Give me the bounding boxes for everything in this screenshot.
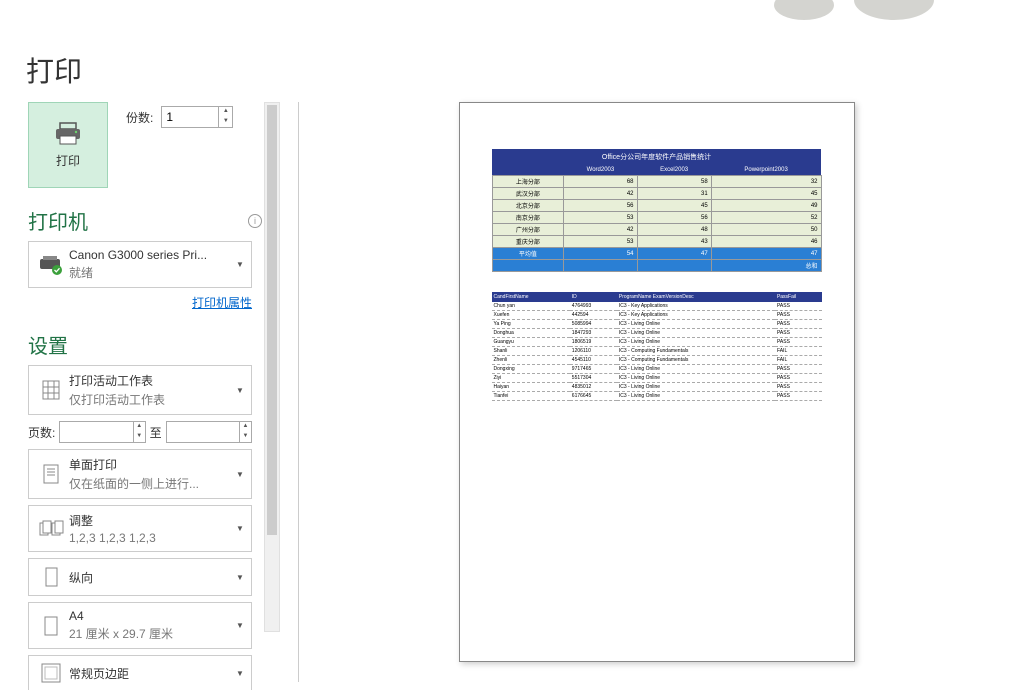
printer-ready-icon: [38, 255, 64, 275]
printer-properties-link[interactable]: 打印机属性: [192, 296, 252, 310]
chevron-down-icon: ▼: [233, 621, 247, 630]
chevron-down-icon: ▼: [233, 470, 247, 479]
preview-table-2: CandFirstNameIDProgramName ExamVersionDe…: [492, 292, 822, 401]
single-side-icon: [39, 462, 63, 486]
print-settings-panel: 打印 份数: ▲▼ 打印机 i: [0, 102, 262, 690]
printer-select[interactable]: Canon G3000 series Pri... 就绪 ▼: [28, 241, 252, 288]
paper-size-select[interactable]: A4 21 厘米 x 29.7 厘米 ▼: [28, 602, 252, 649]
settings-scrollbar[interactable]: [264, 102, 280, 632]
print-preview: Office分公司年度软件产品销售统计Word2003Excel2003Powe…: [299, 102, 1014, 690]
collate-icon: [38, 518, 64, 540]
chevron-down-icon: ▼: [233, 386, 247, 395]
preview-table-1: Office分公司年度软件产品销售统计Word2003Excel2003Powe…: [492, 149, 822, 272]
copies-input[interactable]: ▲▼: [161, 106, 233, 128]
collate-select[interactable]: 调整 1,2,3 1,2,3 1,2,3 ▼: [28, 505, 252, 552]
page-to-input[interactable]: ▲▼: [166, 421, 252, 443]
margins-select[interactable]: 常规页边距 ▼: [28, 655, 252, 690]
info-icon[interactable]: i: [248, 214, 262, 228]
margins-icon: [39, 662, 63, 684]
chevron-down-icon: ▼: [233, 669, 247, 678]
chevron-down-icon: ▼: [233, 573, 247, 582]
print-button[interactable]: 打印: [28, 102, 108, 188]
spinner-down-icon[interactable]: ▼: [219, 117, 232, 127]
chevron-down-icon: ▼: [233, 524, 247, 533]
portrait-icon: [39, 565, 63, 589]
header-decoration: [754, 0, 954, 30]
copies-label: 份数:: [126, 109, 153, 126]
chevron-down-icon: ▼: [233, 260, 247, 269]
settings-section-title: 设置: [28, 330, 68, 359]
print-what-select[interactable]: 打印活动工作表 仅打印活动工作表 ▼: [28, 365, 252, 415]
sides-select[interactable]: 单面打印 仅在纸面的一侧上进行... ▼: [28, 449, 252, 499]
paper-icon: [39, 614, 63, 638]
spinner-up-icon[interactable]: ▲: [219, 107, 232, 117]
printer-icon: [54, 122, 82, 146]
page-from-input[interactable]: ▲▼: [59, 421, 145, 443]
printer-section-title: 打印机: [28, 206, 88, 235]
pages-to-label: 至: [150, 424, 162, 441]
orientation-select[interactable]: 纵向 ▼: [28, 558, 252, 596]
preview-page: Office分公司年度软件产品销售统计Word2003Excel2003Powe…: [459, 102, 855, 662]
pages-label: 页数:: [28, 424, 55, 441]
sheet-icon: [39, 379, 63, 401]
